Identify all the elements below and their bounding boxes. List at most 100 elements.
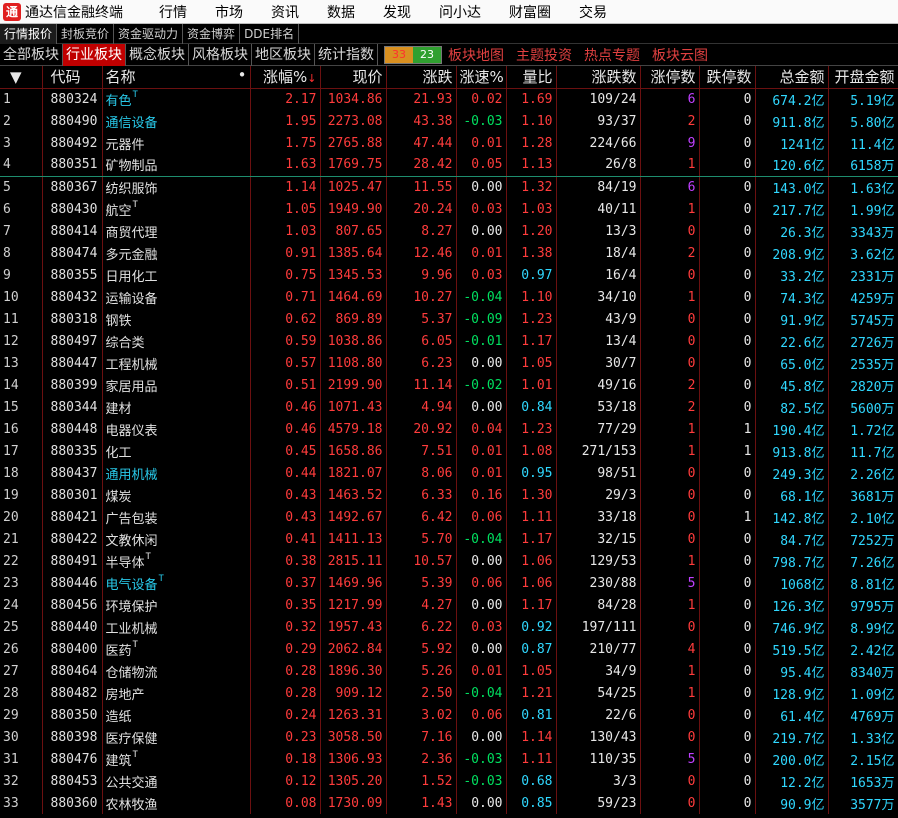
row-name[interactable]: 广告包装 <box>102 506 251 528</box>
row-name[interactable]: 日用化工 <box>102 264 251 286</box>
col-open-amount-header[interactable]: 开盘金额 <box>828 66 898 89</box>
table-row[interactable]: 26 880400 医药T 0.29 2062.84 5.92 0.00 0.87 210/77… <box>0 638 898 660</box>
menu-ask[interactable]: 问小达 <box>427 2 493 22</box>
col-index-header[interactable]: ▼ <box>0 66 43 89</box>
col-updown-header[interactable]: 涨跌数 <box>556 66 641 89</box>
col-limitdown-header[interactable]: 跌停数 <box>699 66 756 89</box>
row-name[interactable]: 医疗保健 <box>102 726 251 748</box>
col-pct-header[interactable]: 涨幅%↓ <box>250 66 321 89</box>
row-name[interactable]: 航空T <box>102 198 251 220</box>
table-row[interactable]: 27 880464 仓储物流 0.28 1896.30 5.26 0.01 1.05 34/9 1… <box>0 660 898 682</box>
row-name[interactable]: 造纸 <box>102 704 251 726</box>
tab-region-blocks[interactable]: 地区板块 <box>252 43 315 66</box>
table-row[interactable]: 12 880497 综合类 0.59 1038.86 6.05 -0.01 1.17 13/4 0… <box>0 330 898 352</box>
row-name[interactable]: 化工 <box>102 440 251 462</box>
menu-market[interactable]: 市场 <box>203 2 255 22</box>
col-price-header[interactable]: 现价 <box>320 66 387 89</box>
col-code-header[interactable]: 代码 <box>42 66 103 89</box>
row-name[interactable]: 综合类 <box>102 330 251 352</box>
tab-stat-index[interactable]: 统计指数 <box>315 43 378 66</box>
col-limitup-header[interactable]: 涨停数 <box>640 66 700 89</box>
link-hot-topics[interactable]: 热点专题 <box>584 45 640 65</box>
row-name[interactable]: 通用机械 <box>102 462 251 484</box>
tab-quotes[interactable]: 行情报价 <box>0 23 58 44</box>
row-name[interactable]: 家居用品 <box>102 374 251 396</box>
table-row[interactable]: 16 880448 电器仪表 0.46 4579.18 20.92 0.04 1.23 77/2… <box>0 418 898 440</box>
table-row[interactable]: 7 880414 商贸代理 1.03 807.65 8.27 0.00 1.20 13/3 0 0 2… <box>0 220 898 242</box>
link-theme-invest[interactable]: 主题投资 <box>516 45 572 65</box>
row-name[interactable]: 多元金融 <box>102 242 251 264</box>
table-row[interactable]: 18 880437 通用机械 0.44 1821.07 8.06 0.01 0.95 98/51… <box>0 462 898 484</box>
tab-all-blocks[interactable]: 全部板块 <box>0 43 63 66</box>
table-row[interactable]: 24 880456 环境保护 0.35 1217.99 4.27 0.00 1.17 84/28… <box>0 594 898 616</box>
row-name[interactable]: 工业机械 <box>102 616 251 638</box>
table-row[interactable]: 2 880490 通信设备 1.95 2273.08 43.38 -0.03 1.10 93/3… <box>0 110 898 132</box>
table-row[interactable]: 15 880344 建材 0.46 1071.43 4.94 0.00 0.84 53/18 2 0… <box>0 396 898 418</box>
table-row[interactable]: 20 880421 广告包装 0.43 1492.67 6.42 0.06 1.11 33/18… <box>0 506 898 528</box>
table-row[interactable]: 33 880360 农林牧渔 0.08 1730.09 1.43 0.00 0.85 59/23… <box>0 792 898 814</box>
row-name[interactable]: 商贸代理 <box>102 220 251 242</box>
table-row[interactable]: 9 880355 日用化工 0.75 1345.53 9.96 0.03 0.97 16/4 0 0… <box>0 264 898 286</box>
table-row[interactable]: 11 880318 钢铁 0.62 869.89 5.37 -0.09 1.23 43/9 0 0 9… <box>0 308 898 330</box>
row-name[interactable]: 矿物制品 <box>102 154 251 177</box>
tab-style-blocks[interactable]: 风格板块 <box>189 43 252 66</box>
table-row[interactable]: 1 880324 有色T 2.17 1034.86 21.93 0.02 1.69 109/24… <box>0 88 898 110</box>
tab-concept-blocks[interactable]: 概念板块 <box>126 43 189 66</box>
row-name[interactable]: 房地产 <box>102 682 251 704</box>
link-block-map[interactable]: 板块地图 <box>448 45 504 65</box>
link-block-cloud[interactable]: 板块云图 <box>652 45 708 65</box>
row-name[interactable]: 煤炭 <box>102 484 251 506</box>
row-name[interactable]: 钢铁 <box>102 308 251 330</box>
table-row[interactable]: 3 880492 元器件 1.75 2765.88 47.44 0.01 1.28 224/66… <box>0 132 898 154</box>
row-name[interactable]: 元器件 <box>102 132 251 154</box>
table-row[interactable]: 23 880446 电气设备T 0.37 1469.96 5.39 0.06 1.06 230/… <box>0 572 898 594</box>
row-name[interactable]: 电器仪表 <box>102 418 251 440</box>
col-name-header[interactable]: 名称 • <box>102 66 251 89</box>
table-row[interactable]: 21 880422 文教休闲 0.41 1411.13 5.70 -0.04 1.17 32/1… <box>0 528 898 550</box>
table-row[interactable]: 30 880398 医疗保健 0.23 3058.50 7.16 0.00 1.14 130/4… <box>0 726 898 748</box>
menu-trade[interactable]: 交易 <box>567 2 619 22</box>
row-name[interactable]: 文教休闲 <box>102 528 251 550</box>
row-name[interactable]: 工程机械 <box>102 352 251 374</box>
col-speed-header[interactable]: 涨速% <box>456 66 507 89</box>
menu-discover[interactable]: 发现 <box>371 2 423 22</box>
menu-data[interactable]: 数据 <box>315 2 367 22</box>
row-name[interactable]: 仓储物流 <box>102 660 251 682</box>
table-row[interactable]: 10 880432 运输设备 0.71 1464.69 10.27 -0.04 1.10 34/… <box>0 286 898 308</box>
row-name[interactable]: 运输设备 <box>102 286 251 308</box>
row-name[interactable]: 通信设备 <box>102 110 251 132</box>
row-name[interactable]: 电气设备T <box>102 572 251 594</box>
table-row[interactable]: 17 880335 化工 0.45 1658.86 7.51 0.01 1.08 271/153… <box>0 440 898 462</box>
row-name[interactable]: 农林牧渔 <box>102 792 251 814</box>
tab-fund-game[interactable]: 资金博弈 <box>183 23 241 44</box>
table-row[interactable]: 32 880453 公共交通 0.12 1305.20 1.52 -0.03 0.68 3/3 0… <box>0 770 898 792</box>
row-name[interactable]: 纺织服饰 <box>102 176 251 198</box>
row-name[interactable]: 半导体T <box>102 550 251 572</box>
col-vr-header[interactable]: 量比 <box>506 66 557 89</box>
table-row[interactable]: 31 880476 建筑T 0.18 1306.93 2.36 -0.03 1.11 110/3… <box>0 748 898 770</box>
table-row[interactable]: 22 880491 半导体T 0.38 2815.11 10.57 0.00 1.06 129/… <box>0 550 898 572</box>
table-row[interactable]: 5 880367 纺织服饰 1.14 1025.47 11.55 0.00 1.32 84/19… <box>0 176 898 198</box>
tab-dde[interactable]: DDE排名 <box>240 23 300 44</box>
tab-limit-bid[interactable]: 封板竞价 <box>57 23 115 44</box>
row-name[interactable]: 建材 <box>102 396 251 418</box>
table-row[interactable]: 28 880482 房地产 0.28 909.12 2.50 -0.04 1.21 54/25 1… <box>0 682 898 704</box>
table-row[interactable]: 8 880474 多元金融 0.91 1385.64 12.46 0.01 1.38 18/4 2… <box>0 242 898 264</box>
menu-wealth[interactable]: 财富圈 <box>497 2 563 22</box>
row-name[interactable]: 建筑T <box>102 748 251 770</box>
table-row[interactable]: 19 880301 煤炭 0.43 1463.52 6.33 0.16 1.30 29/3 0 0 6… <box>0 484 898 506</box>
row-name[interactable]: 环境保护 <box>102 594 251 616</box>
table-row[interactable]: 14 880399 家居用品 0.51 2199.90 11.14 -0.02 1.01 49/… <box>0 374 898 396</box>
row-name[interactable]: 公共交通 <box>102 770 251 792</box>
table-row[interactable]: 25 880440 工业机械 0.32 1957.43 6.22 0.03 0.92 197/1… <box>0 616 898 638</box>
table-row[interactable]: 6 880430 航空T 1.05 1949.90 20.24 0.03 1.03 40/11 1… <box>0 198 898 220</box>
menu-quotes[interactable]: 行情 <box>147 2 199 22</box>
row-name[interactable]: 医药T <box>102 638 251 660</box>
menu-news[interactable]: 资讯 <box>259 2 311 22</box>
tab-industry-blocks[interactable]: 行业板块 <box>63 43 126 66</box>
table-row[interactable]: 4 880351 矿物制品 1.63 1769.75 28.42 0.05 1.13 26/8 1… <box>0 154 898 177</box>
row-name[interactable]: 有色T <box>102 88 251 110</box>
tab-fund-drive[interactable]: 资金驱动力 <box>114 23 184 44</box>
table-row[interactable]: 29 880350 造纸 0.24 1263.31 3.02 0.06 0.81 22/6 0 0 6… <box>0 704 898 726</box>
table-row[interactable]: 13 880447 工程机械 0.57 1108.80 6.23 0.00 1.05 30/7 0… <box>0 352 898 374</box>
